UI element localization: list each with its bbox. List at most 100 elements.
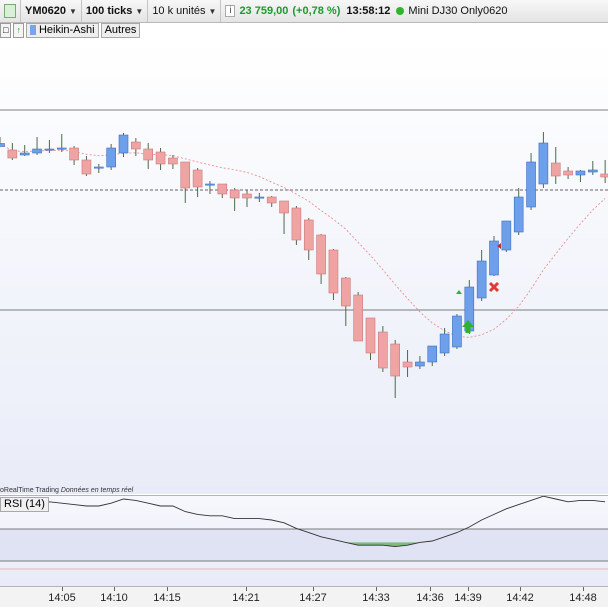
candle-bull[interactable] (439, 333, 450, 354)
candle-bull[interactable] (19, 152, 30, 156)
candle-bull[interactable] (44, 148, 55, 151)
candle-bear[interactable] (180, 161, 191, 189)
units-selector[interactable]: 10 k unités ▼ (148, 0, 222, 22)
candle-bear[interactable] (81, 159, 92, 175)
arrow-up-button[interactable]: ↑ (13, 22, 24, 38)
time-tick-mark (62, 587, 63, 591)
candle-bull[interactable] (501, 220, 512, 251)
chevron-down-icon: ▼ (208, 6, 217, 16)
time-tick-mark (167, 587, 168, 591)
time-tick-label: 14:21 (232, 592, 260, 604)
candle-bear[interactable] (155, 151, 166, 165)
candle-bull[interactable] (94, 166, 104, 169)
candle-bear[interactable] (550, 162, 561, 177)
others-button[interactable]: Autres (100, 22, 141, 38)
price-change: (+0,78 %) (292, 5, 341, 17)
rsi-label[interactable]: RSI (14) (0, 497, 49, 512)
time-tick-mark (583, 587, 584, 591)
time-tick-label: 14:27 (299, 592, 327, 604)
chevron-down-icon: ▼ (135, 6, 144, 16)
units-label: 10 k unités (152, 5, 206, 17)
time-tick-label: 14:15 (153, 592, 181, 604)
candle-bear[interactable] (7, 149, 18, 159)
candle-bear[interactable] (316, 234, 326, 275)
candle-bear[interactable] (266, 196, 277, 204)
realtime-text: Données en temps réel (60, 487, 134, 494)
candle-bear[interactable] (353, 294, 363, 342)
candle-bull[interactable] (32, 148, 42, 154)
settings-button[interactable]: □ (0, 22, 12, 38)
rsi-panel[interactable] (0, 495, 608, 586)
brand-text: oRealTime Trading (0, 487, 59, 494)
time-tick-label: 14:33 (362, 592, 390, 604)
chart-type-label: Heikin-Ashi (38, 24, 95, 36)
candle-bull[interactable] (106, 147, 116, 168)
candle-bear[interactable] (229, 189, 240, 199)
candle-bear[interactable] (402, 361, 413, 368)
quote-info: i 23 759,00 (+0,78 %) 13:58:12 Mini DJ30… (221, 0, 511, 22)
candle-bear[interactable] (340, 277, 351, 307)
chart-icon-button[interactable] (0, 0, 21, 22)
candle-bull[interactable] (452, 315, 462, 348)
chart-toolbar: YM0620 ▼ 100 ticks ▼ 10 k unités ▼ i 23 … (0, 0, 608, 23)
candle-bear[interactable] (328, 249, 339, 294)
candle-bull[interactable] (56, 147, 67, 150)
symbol-selector[interactable]: YM0620 ▼ (21, 0, 82, 22)
square-icon: □ (3, 25, 9, 35)
candle-bear[interactable] (563, 170, 573, 176)
quote-time: 13:58:12 (346, 5, 391, 17)
chart-subbar: □ ↑ Heikin-Ashi Autres (0, 22, 142, 38)
candle-bear[interactable] (279, 200, 289, 214)
candle-bear[interactable] (303, 219, 314, 251)
candle-bear[interactable] (365, 317, 376, 354)
time-tick-mark (313, 587, 314, 591)
time-tick-label: 14:05 (48, 592, 76, 604)
candle-bull[interactable] (513, 196, 524, 233)
candle-bear[interactable] (131, 141, 141, 150)
chart-background (0, 38, 608, 494)
ticks-selector[interactable]: 100 ticks ▼ (82, 0, 149, 22)
rsi-band (0, 529, 608, 561)
time-axis[interactable]: 14:05 14:10 14:15 14:21 14:27 14:33 14:36 14:39… (0, 586, 608, 607)
candle-bear[interactable] (600, 173, 608, 178)
candle-bear[interactable] (143, 148, 153, 161)
time-tick-label: 14:36 (416, 592, 444, 604)
candle-bull[interactable] (587, 169, 598, 173)
candle-bull[interactable] (476, 260, 487, 299)
instrument-name: Mini DJ30 Only0620 (408, 5, 508, 17)
candle-bull[interactable] (538, 142, 549, 185)
watermark: oRealTime Trading Données en temps réel (0, 487, 133, 494)
candle-bull[interactable] (254, 196, 265, 199)
candle-bear[interactable] (217, 183, 228, 195)
time-tick-mark (430, 587, 431, 591)
chart-type-button[interactable]: Heikin-Ashi (25, 22, 99, 38)
arrow-up-icon: ↑ (16, 25, 21, 35)
time-tick-mark (376, 587, 377, 591)
chevron-down-icon: ▼ (68, 6, 77, 16)
candle-bull[interactable] (415, 361, 425, 367)
live-status-icon (396, 7, 405, 15)
info-icon[interactable]: i (225, 5, 236, 17)
time-tick-mark (468, 587, 469, 591)
candle-bear[interactable] (69, 147, 79, 161)
candle-bull[interactable] (118, 134, 129, 154)
candle-bear[interactable] (291, 207, 302, 241)
candle-bear[interactable] (390, 343, 401, 377)
time-tick-label: 14:48 (569, 592, 597, 604)
time-tick-label: 14:39 (454, 592, 482, 604)
candle-bull[interactable] (526, 161, 536, 208)
time-tick-mark (246, 587, 247, 591)
candle-bull[interactable] (575, 170, 586, 176)
chart-icon (4, 4, 16, 18)
candle-bull[interactable] (427, 345, 438, 363)
price-chart[interactable] (0, 38, 608, 494)
candle-bull[interactable] (0, 143, 5, 147)
candle-bear[interactable] (242, 193, 252, 199)
heikin-ashi-icon (29, 25, 36, 35)
ticks-label: 100 ticks (85, 5, 133, 17)
candle-bear[interactable] (168, 157, 178, 165)
candle-bear[interactable] (192, 169, 203, 188)
candle-bear[interactable] (378, 331, 388, 369)
candle-bull[interactable] (205, 183, 215, 186)
time-tick-mark (520, 587, 521, 591)
